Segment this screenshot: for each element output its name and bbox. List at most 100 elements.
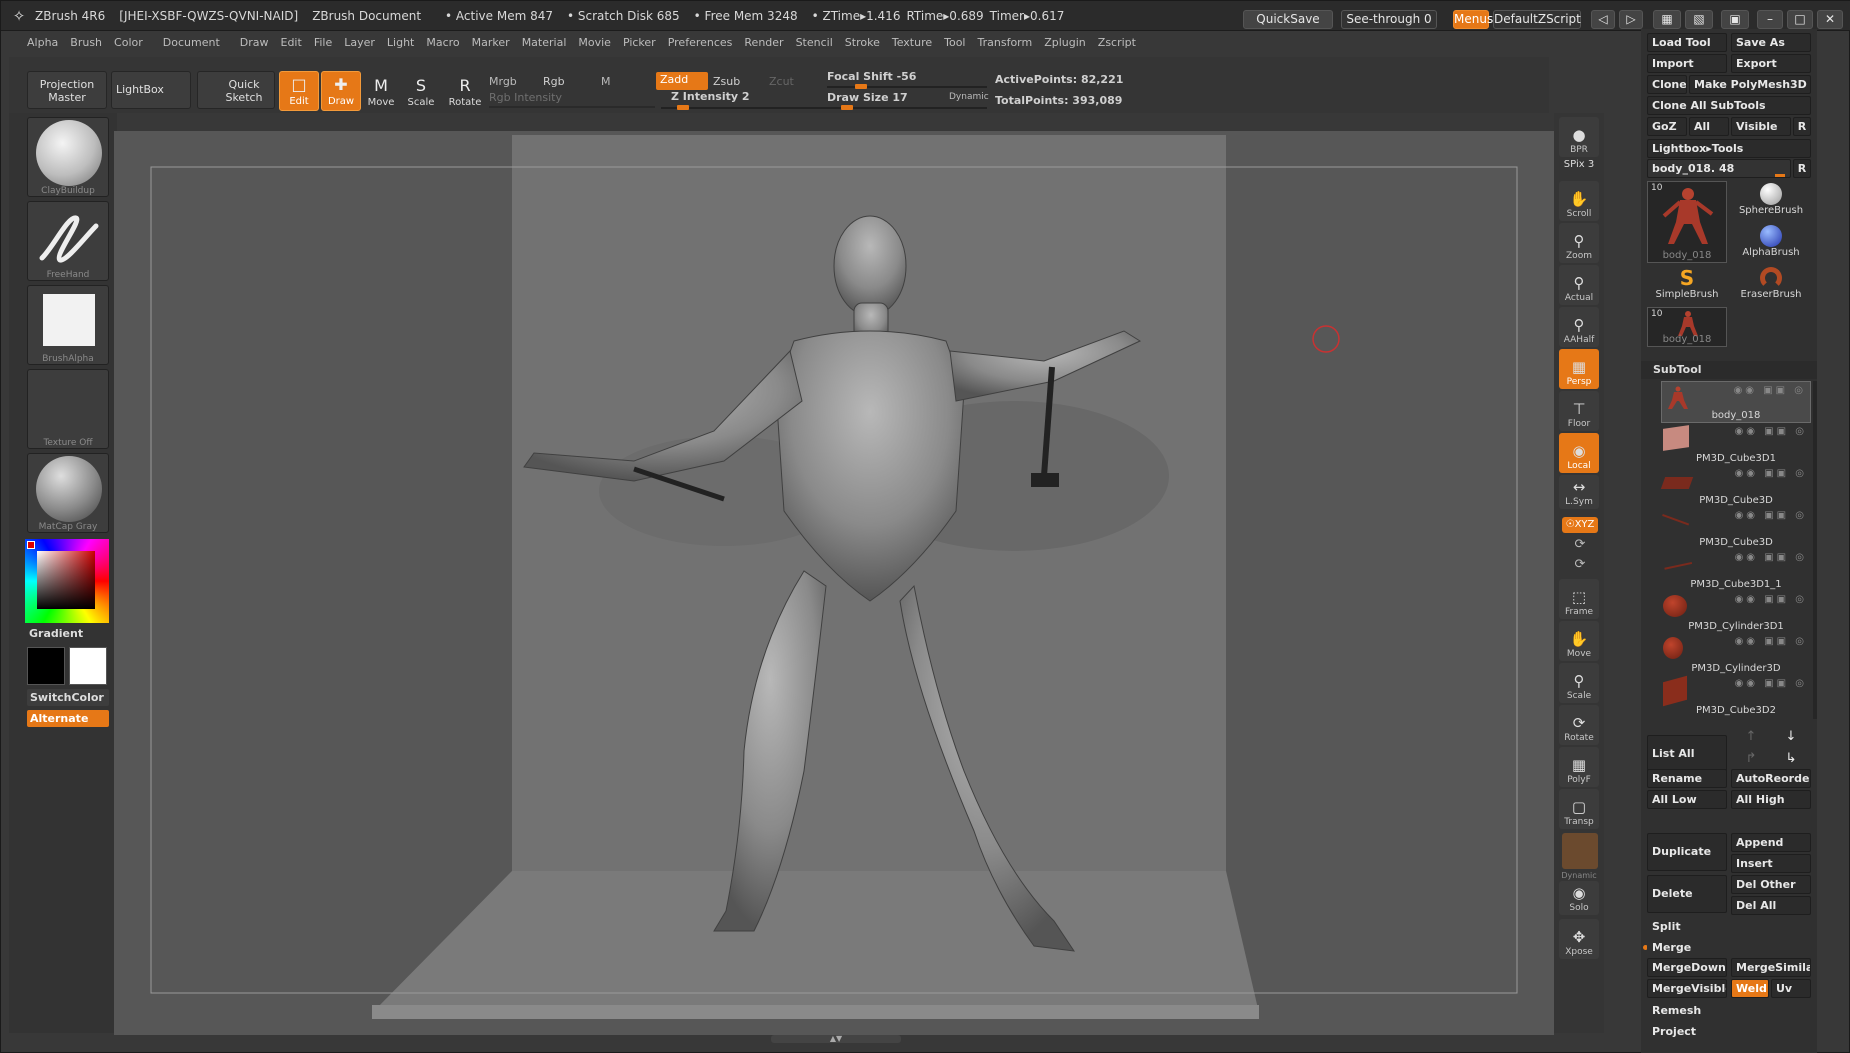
import-button[interactable]: Import: [1647, 54, 1727, 73]
menu-tool[interactable]: Tool: [938, 36, 971, 49]
layout-icon[interactable]: ▦: [1653, 10, 1681, 29]
subtool-row-body[interactable]: ◉◉ ▣▣ ◎ body_018: [1661, 381, 1811, 423]
menu-texture[interactable]: Texture: [886, 36, 938, 49]
visibility-toggle-icon[interactable]: ◉◉ ▣▣ ◎: [1735, 552, 1807, 563]
xpose-button[interactable]: ✥ Xpose: [1559, 919, 1599, 959]
subtool-row-cube3d-b[interactable]: ◉◉ ▣▣ ◎ PM3D_Cube3D: [1661, 506, 1811, 549]
frame-button[interactable]: ⬚ Frame: [1559, 579, 1599, 619]
goz-all-button[interactable]: All: [1689, 117, 1729, 136]
spix-slider[interactable]: SPix 3: [1559, 159, 1599, 173]
aahalf-button[interactable]: ⚲ AAHalf: [1559, 307, 1599, 347]
current-tool-slider[interactable]: body_018. 48: [1647, 159, 1791, 178]
alpha-picker[interactable]: BrushAlpha: [27, 285, 109, 365]
visibility-toggle-icon[interactable]: ◉◉ ▣▣ ◎: [1735, 678, 1807, 689]
see-through-slider[interactable]: See-through 0: [1341, 10, 1437, 29]
menu-layer[interactable]: Layer: [338, 36, 381, 49]
projection-master-button[interactable]: Projection Master: [27, 71, 107, 109]
menu-brush[interactable]: Brush: [64, 36, 108, 49]
layout-alt-icon[interactable]: ▧: [1685, 10, 1713, 29]
minimize-icon[interactable]: –: [1757, 10, 1783, 29]
zcut-button[interactable]: Zcut: [769, 73, 809, 90]
menu-picker[interactable]: Picker: [617, 36, 662, 49]
color-picker[interactable]: [25, 539, 109, 623]
draw-button[interactable]: ✚ Draw: [321, 71, 361, 111]
material-picker[interactable]: MatCap Gray: [27, 453, 109, 533]
focal-shift-slider[interactable]: Focal Shift -56: [827, 70, 987, 84]
maximize-icon[interactable]: □: [1787, 10, 1813, 29]
lsym-button[interactable]: ↔ L.Sym: [1559, 475, 1599, 509]
remesh-section[interactable]: Remesh: [1647, 1001, 1811, 1020]
edit-button[interactable]: □ Edit: [279, 71, 319, 111]
menu-edit[interactable]: Edit: [275, 36, 308, 49]
subtool-row-cylinder3d[interactable]: ◉◉ ▣▣ ◎ PM3D_Cylinder3D: [1661, 633, 1811, 675]
save-as-button[interactable]: Save As: [1731, 33, 1811, 52]
scale-button[interactable]: S Scale: [401, 71, 441, 111]
menu-stroke[interactable]: Stroke: [839, 36, 886, 49]
rotate-z-icon[interactable]: ⟳: [1569, 557, 1591, 573]
tool-thumb-body[interactable]: 10 body_018: [1647, 181, 1727, 263]
main-color-swatch[interactable]: [27, 647, 65, 685]
menu-color[interactable]: Color: [108, 36, 149, 49]
zsub-button[interactable]: Zsub: [713, 73, 763, 90]
quick-sketch-button[interactable]: Quick Sketch: [197, 71, 275, 109]
bottom-tray-toggle-icon[interactable]: ▲▼: [771, 1035, 901, 1043]
floor-button[interactable]: ⊤ Floor: [1559, 391, 1599, 431]
switchcolor-button[interactable]: SwitchColor: [27, 689, 109, 706]
move-down-icon[interactable]: ↳: [1773, 751, 1809, 771]
draw-size-knob[interactable]: [841, 105, 853, 110]
rgb-intensity-slider[interactable]: Rgb Intensity: [489, 91, 649, 105]
rgb-button[interactable]: Rgb: [543, 73, 593, 90]
split-section[interactable]: Split: [1647, 917, 1811, 936]
goz-visible-button[interactable]: Visible: [1731, 117, 1791, 136]
weld-toggle[interactable]: Weld: [1731, 979, 1769, 998]
del-other-button[interactable]: Del Other: [1731, 875, 1811, 894]
menu-render[interactable]: Render: [738, 36, 789, 49]
dynamic-toggle[interactable]: Dynamic: [949, 91, 989, 103]
close-icon[interactable]: ✕: [1817, 10, 1843, 29]
menu-marker[interactable]: Marker: [466, 36, 516, 49]
arrow-down-icon[interactable]: ↓: [1773, 729, 1809, 749]
m-button[interactable]: M: [601, 73, 645, 90]
visibility-toggle-icon[interactable]: ◉◉ ▣▣ ◎: [1735, 426, 1807, 437]
z-intensity-knob[interactable]: [677, 105, 689, 110]
menu-movie[interactable]: Movie: [572, 36, 617, 49]
menu-light[interactable]: Light: [381, 36, 420, 49]
goz-r-button[interactable]: R: [1793, 117, 1811, 136]
solo-button[interactable]: ◉ Solo: [1559, 881, 1599, 915]
tool-thumb-body-2[interactable]: 10 body_018: [1647, 307, 1727, 347]
menus-button[interactable]: Menus: [1453, 10, 1493, 29]
rotate-y-icon[interactable]: ⟳: [1569, 537, 1591, 553]
subtool-scrollbar[interactable]: [1813, 381, 1817, 719]
document-canvas[interactable]: [114, 131, 1554, 1035]
menu-preferences[interactable]: Preferences: [662, 36, 739, 49]
mergevisible-button[interactable]: MergeVisible: [1647, 979, 1727, 998]
quicksave-button[interactable]: QuickSave: [1243, 10, 1333, 29]
texture-picker[interactable]: Texture Off: [27, 369, 109, 449]
rotate-view-button[interactable]: ⟳ Rotate: [1559, 705, 1599, 745]
tray-right-icon[interactable]: ▷: [1619, 10, 1643, 29]
zadd-button[interactable]: Zadd: [656, 72, 708, 90]
polyf-button[interactable]: ▦ PolyF: [1559, 747, 1599, 787]
menu-zplugin[interactable]: Zplugin: [1038, 36, 1092, 49]
lightbox-button[interactable]: LightBox: [111, 71, 191, 109]
tool-thumb-alphabrush[interactable]: AlphaBrush: [1733, 223, 1809, 263]
rotate-button[interactable]: R Rotate: [445, 71, 485, 111]
scroll-button[interactable]: ✋ Scroll: [1559, 181, 1599, 221]
default-zscript-button[interactable]: DefaultZScript: [1493, 10, 1581, 29]
arrow-up-icon[interactable]: ↑: [1733, 729, 1769, 749]
menu-material[interactable]: Material: [516, 36, 573, 49]
subtool-header[interactable]: SubTool: [1641, 361, 1817, 379]
lightbox-tools-button[interactable]: Lightbox▸Tools: [1647, 139, 1811, 158]
move-up-icon[interactable]: ↱: [1733, 751, 1769, 771]
tool-thumb-simplebrush[interactable]: S SimpleBrush: [1647, 265, 1727, 305]
clone-button[interactable]: Clone: [1647, 75, 1687, 94]
subtool-row-cube3d2[interactable]: ◉◉ ▣▣ ◎ PM3D_Cube3D2: [1661, 675, 1811, 717]
menu-draw[interactable]: Draw: [234, 36, 275, 49]
append-button[interactable]: Append: [1731, 833, 1811, 852]
rename-button[interactable]: Rename: [1647, 769, 1727, 788]
mrgb-button[interactable]: Mrgb: [489, 73, 539, 90]
tray-left-icon[interactable]: ◁: [1591, 10, 1615, 29]
merge-section[interactable]: Merge: [1647, 938, 1811, 957]
menu-transform[interactable]: Transform: [972, 36, 1039, 49]
tool-thumb-eraserbrush[interactable]: EraserBrush: [1733, 265, 1809, 305]
